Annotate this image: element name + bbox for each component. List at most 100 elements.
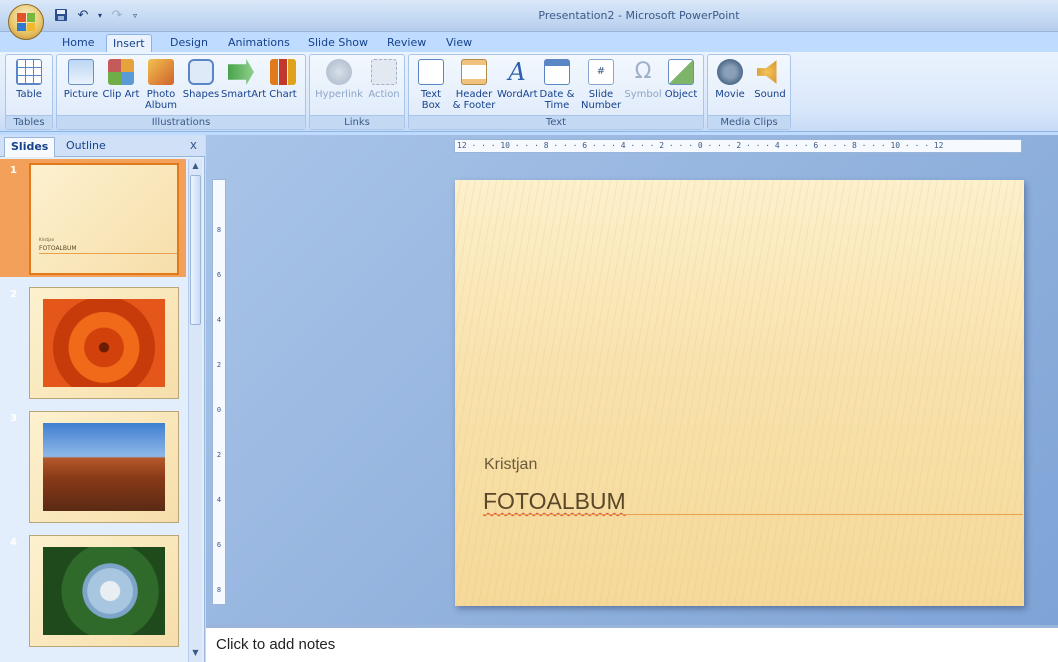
horizontal-ruler: 12 · · · 10 · · · 8 · · · 6 · · · 4 · · … (454, 139, 1022, 153)
notes-placeholder[interactable]: Click to add notes (216, 636, 335, 653)
slide-thumbnail-2[interactable]: 2 (0, 283, 186, 401)
scroll-down-icon[interactable]: ▼ (190, 648, 201, 660)
object-button[interactable]: Object (661, 59, 701, 100)
movie-button[interactable]: Movie (710, 59, 750, 100)
text-box-button[interactable]: Text Box (411, 59, 451, 111)
date-time-button[interactable]: Date & Time (537, 59, 577, 111)
scrollbar-thumb[interactable] (190, 175, 201, 325)
header-footer-icon (461, 59, 487, 85)
tab-home[interactable]: Home (56, 34, 100, 52)
thumb-divider (39, 253, 177, 254)
vertical-ruler: 8 6 4 2 0 2 4 6 8 (212, 179, 226, 605)
ruler-mark: 4 (216, 496, 222, 504)
notes-pane[interactable]: Click to add notes (206, 625, 1058, 662)
tab-insert[interactable]: Insert (106, 34, 152, 52)
smartart-button[interactable]: SmartArt (221, 59, 266, 100)
slide-preview (29, 411, 179, 523)
tables-group: Table Tables (5, 54, 53, 130)
action-icon (371, 59, 397, 85)
thumb-title: FOTOALBUM (39, 245, 77, 252)
thumb-subtitle: Kristjan (39, 237, 55, 242)
photo-album-icon (148, 59, 174, 85)
tab-slides[interactable]: Slides (4, 137, 56, 157)
ruler-mark: 6 (216, 271, 222, 279)
movie-icon (717, 59, 743, 85)
tab-design[interactable]: Design (164, 34, 214, 52)
office-logo-icon (17, 13, 35, 31)
chart-icon (270, 59, 296, 85)
tab-review[interactable]: Review (381, 34, 432, 52)
hydrangea-photo (43, 547, 165, 635)
picture-button[interactable]: Picture (61, 59, 101, 100)
panel-scrollbar[interactable]: ▲ ▼ (188, 159, 202, 662)
ruler-mark: 0 (216, 406, 222, 414)
slide-preview (29, 535, 179, 647)
title-bar: ↶ ▾ ↷ ▿ Presentation2 - Microsoft PowerP… (0, 0, 1058, 32)
ribbon-tabs: Home Insert Design Animations Slide Show… (0, 32, 1058, 52)
close-icon[interactable]: x (190, 138, 197, 152)
slide-preview: Kristjan FOTOALBUM (29, 163, 179, 275)
symbol-button[interactable]: Ω Symbol (623, 59, 663, 100)
text-group: Text Box Header & Footer A WordArt Date … (408, 54, 704, 130)
clip-art-icon (108, 59, 134, 85)
scroll-up-icon[interactable]: ▲ (190, 161, 201, 173)
tab-animations[interactable]: Animations (222, 34, 296, 52)
slide-thumbnail-4[interactable]: 4 (0, 531, 186, 649)
media-clips-group: Movie Sound Media Clips (707, 54, 791, 130)
picture-icon (68, 59, 94, 85)
group-label-media-clips: Media Clips (708, 115, 790, 129)
symbol-icon: Ω (634, 59, 652, 84)
window-title: Presentation2 - Microsoft PowerPoint (538, 9, 740, 22)
desert-butte-photo (43, 423, 165, 511)
slide-number-icon: # (588, 59, 614, 85)
header-footer-button[interactable]: Header & Footer (451, 59, 497, 111)
orange-flower-photo (43, 299, 165, 387)
chart-button[interactable]: Chart (263, 59, 303, 100)
slide-thumbnail-1[interactable]: 1 Kristjan FOTOALBUM (0, 159, 186, 277)
ribbon: Table Tables Picture Clip Art Photo Albu… (0, 52, 1058, 132)
slide-subtitle[interactable]: Kristjan (484, 456, 537, 474)
group-label-illustrations: Illustrations (57, 115, 305, 129)
tab-outline[interactable]: Outline (60, 137, 112, 157)
table-button[interactable]: Table (9, 59, 49, 100)
slide-thumbnail-3[interactable]: 3 (0, 407, 186, 525)
text-box-icon (418, 59, 444, 85)
ruler-mark: 2 (216, 361, 222, 369)
wordart-button[interactable]: A WordArt (497, 58, 538, 100)
group-label-tables: Tables (6, 115, 52, 129)
ruler-mark: 8 (216, 586, 222, 594)
ruler-mark: 4 (216, 316, 222, 324)
slide-canvas[interactable]: Kristjan FOTOALBUM (455, 180, 1024, 606)
sound-button[interactable]: Sound (750, 59, 790, 100)
illustrations-group: Picture Clip Art Photo Album Shapes Smar… (56, 54, 306, 130)
office-button[interactable] (8, 4, 44, 40)
hyperlink-button[interactable]: Hyperlink (314, 59, 364, 100)
slide-number-button[interactable]: # Slide Number (581, 59, 621, 111)
slide-number: 2 (10, 289, 17, 300)
links-group: Hyperlink Action Links (309, 54, 405, 130)
action-button[interactable]: Action (364, 59, 404, 100)
smartart-icon (228, 59, 254, 85)
hyperlink-icon (326, 59, 352, 85)
title-divider-line (483, 514, 1023, 515)
sound-icon (757, 60, 777, 84)
tab-view[interactable]: View (440, 34, 478, 52)
photo-album-button[interactable]: Photo Album (141, 59, 181, 111)
wordart-icon: A (508, 58, 526, 86)
slide-preview (29, 287, 179, 399)
date-time-icon (544, 59, 570, 85)
table-icon (16, 59, 42, 85)
clip-art-button[interactable]: Clip Art (101, 59, 141, 100)
group-label-text: Text (409, 115, 703, 129)
tab-slide-show[interactable]: Slide Show (302, 34, 374, 52)
slides-panel: Slides Outline x 1 Kristjan FOTOALBUM 2 … (0, 135, 205, 662)
ruler-mark: 8 (216, 226, 222, 234)
ruler-mark: 6 (216, 541, 222, 549)
slide-title[interactable]: FOTOALBUM (483, 488, 626, 515)
slide-number: 1 (10, 165, 17, 176)
shapes-icon (188, 59, 214, 85)
group-label-links: Links (310, 115, 404, 129)
shapes-button[interactable]: Shapes (181, 59, 221, 100)
object-icon (668, 59, 694, 85)
slide-number: 3 (10, 413, 17, 424)
